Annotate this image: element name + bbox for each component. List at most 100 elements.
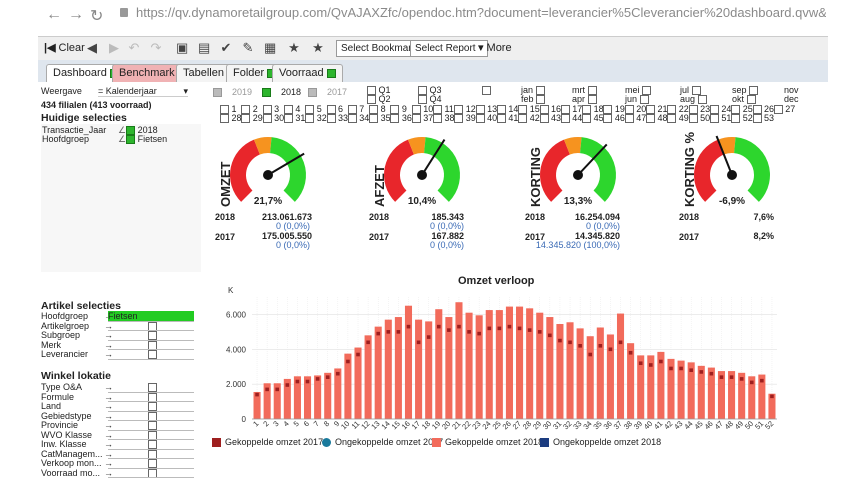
chart-icon[interactable]: ▦ [264, 41, 276, 55]
select-report-dropdown[interactable]: Select Report ▾ [410, 40, 489, 57]
marker-omzet-2017[interactable] [548, 333, 552, 338]
weergave-dropdown[interactable]: = Kalenderjaar ▾ [98, 86, 188, 97]
marker-omzet-2017[interactable] [679, 366, 683, 371]
bar-omzet-2018[interactable] [616, 313, 625, 419]
marker-omzet-2017[interactable] [255, 392, 259, 397]
marker-omzet-2017[interactable] [517, 326, 522, 331]
marker-omzet-2017[interactable] [477, 331, 481, 336]
bar-omzet-2018[interactable] [445, 317, 453, 419]
marker-omzet-2017[interactable] [275, 387, 280, 392]
bar-omzet-2018[interactable] [374, 326, 382, 419]
bar-omzet-2018[interactable] [576, 328, 584, 419]
month-filter[interactable]: dec [784, 94, 799, 104]
marker-omzet-2017[interactable] [396, 330, 401, 334]
marker-omzet-2017[interactable] [760, 378, 764, 383]
week-filter[interactable]: 48 [646, 113, 668, 124]
bar-omzet-2018[interactable] [556, 324, 564, 419]
week-filter[interactable]: 43 [539, 113, 561, 124]
winkel-value[interactable] [108, 468, 194, 478]
marker-omzet-2017[interactable] [578, 344, 582, 348]
marker-omzet-2017[interactable] [356, 352, 360, 357]
week-filter[interactable]: 40 [475, 113, 497, 124]
week-filter[interactable]: 50 [688, 113, 710, 124]
winkel-value[interactable] [108, 392, 194, 402]
artikel-value[interactable] [108, 330, 194, 340]
forward-icon[interactable]: ▶ [108, 41, 120, 55]
marker-omzet-2017[interactable] [618, 340, 623, 345]
marker-omzet-2017[interactable] [426, 335, 431, 339]
winkel-value[interactable] [108, 382, 194, 392]
marker-omzet-2017[interactable] [638, 361, 643, 366]
back-arrow-icon[interactable]: ← [46, 6, 62, 24]
marker-omzet-2017[interactable] [770, 394, 774, 399]
marker-omzet-2017[interactable] [588, 352, 593, 357]
quarter-filter-q4[interactable]: Q4 [418, 94, 442, 105]
year-filter-2017[interactable]: 2017 [308, 87, 347, 98]
marker-omzet-2017[interactable] [447, 328, 451, 332]
marker-omzet-2017[interactable] [285, 383, 290, 387]
marker-omzet-2017[interactable] [507, 324, 512, 329]
marker-omzet-2017[interactable] [659, 359, 663, 364]
redo-icon[interactable]: ↷ [150, 41, 162, 55]
marker-omzet-2017[interactable] [457, 324, 461, 329]
marker-omzet-2017[interactable] [558, 338, 562, 343]
bar-omzet-2018[interactable] [344, 353, 352, 419]
forward-arrow-icon[interactable]: → [68, 6, 84, 24]
bar-omzet-2018[interactable] [495, 310, 503, 419]
marker-omzet-2017[interactable] [336, 371, 340, 376]
marker-omzet-2017[interactable] [749, 380, 754, 385]
bar-omzet-2018[interactable] [697, 365, 705, 419]
bar-omzet-2018[interactable] [455, 302, 463, 419]
week-filter[interactable]: 34 [347, 113, 369, 124]
bar-omzet-2018[interactable] [546, 317, 554, 419]
marker-omzet-2017[interactable] [315, 377, 320, 381]
marker-omzet-2017[interactable] [406, 324, 411, 329]
week-filter[interactable]: 39 [454, 113, 476, 124]
lock-selections-icon[interactable]: ▣ [176, 41, 188, 55]
bar-omzet-2018[interactable] [354, 347, 362, 419]
week-filter[interactable]: 44 [560, 113, 582, 124]
week-filter[interactable]: 33 [326, 113, 348, 124]
marker-omzet-2017[interactable] [325, 375, 330, 379]
bar-omzet-2018[interactable] [566, 322, 574, 419]
week-filter[interactable]: 51 [709, 113, 731, 124]
week-filter[interactable]: 32 [305, 113, 327, 124]
marker-omzet-2017[interactable] [608, 347, 613, 352]
marker-omzet-2017[interactable] [295, 379, 300, 384]
week-filter[interactable]: 41 [496, 113, 518, 124]
week-filter[interactable]: 36 [390, 113, 412, 124]
reload-icon[interactable]: ↻ [90, 6, 103, 26]
legend-item[interactable]: Ongekoppelde omzet 2017 [322, 437, 443, 447]
bar-omzet-2018[interactable] [526, 308, 534, 419]
week-filter[interactable]: 49 [667, 113, 689, 124]
marker-omzet-2017[interactable] [709, 371, 714, 376]
bar-omzet-2018[interactable] [485, 310, 493, 419]
tab-voorraad[interactable]: Voorraad [272, 64, 343, 82]
marker-omzet-2017[interactable] [699, 370, 704, 374]
bar-omzet-2018[interactable] [465, 312, 473, 419]
marker-omzet-2017[interactable] [669, 366, 673, 371]
week-filter[interactable]: 38 [433, 113, 455, 124]
unlock-selections-icon[interactable]: ▤ [198, 41, 210, 55]
month-filter[interactable]: jun [625, 94, 649, 105]
marker-omzet-2017[interactable] [598, 344, 603, 348]
bar-omzet-2018[interactable] [404, 305, 413, 419]
marker-omzet-2017[interactable] [739, 377, 744, 381]
year-filter-2018[interactable]: 2018 [262, 87, 301, 98]
back-icon[interactable]: ◀ [86, 41, 98, 55]
bar-omzet-2018[interactable] [384, 319, 392, 419]
marker-omzet-2017[interactable] [487, 326, 492, 331]
current-selection-value[interactable]: ∠ Fietsen [118, 134, 167, 145]
artikel-value[interactable] [108, 349, 194, 359]
marker-omzet-2017[interactable] [265, 387, 269, 392]
legend-item[interactable]: Ongekoppelde omzet 2018 [540, 437, 661, 447]
marker-omzet-2017[interactable] [366, 340, 370, 345]
marker-omzet-2017[interactable] [386, 330, 391, 334]
winkel-value[interactable] [108, 420, 194, 430]
browser-address-bar[interactable]: ← → ↻ https://qv.dynamoretailgroup.com/Q… [38, 0, 828, 30]
more-button[interactable]: ▾ More [478, 41, 512, 55]
week-filter[interactable]: 46 [603, 113, 625, 124]
year-filter-2019[interactable]: 2019 [213, 87, 252, 98]
marker-omzet-2017[interactable] [346, 359, 350, 364]
bar-omzet-2018[interactable] [606, 334, 614, 419]
